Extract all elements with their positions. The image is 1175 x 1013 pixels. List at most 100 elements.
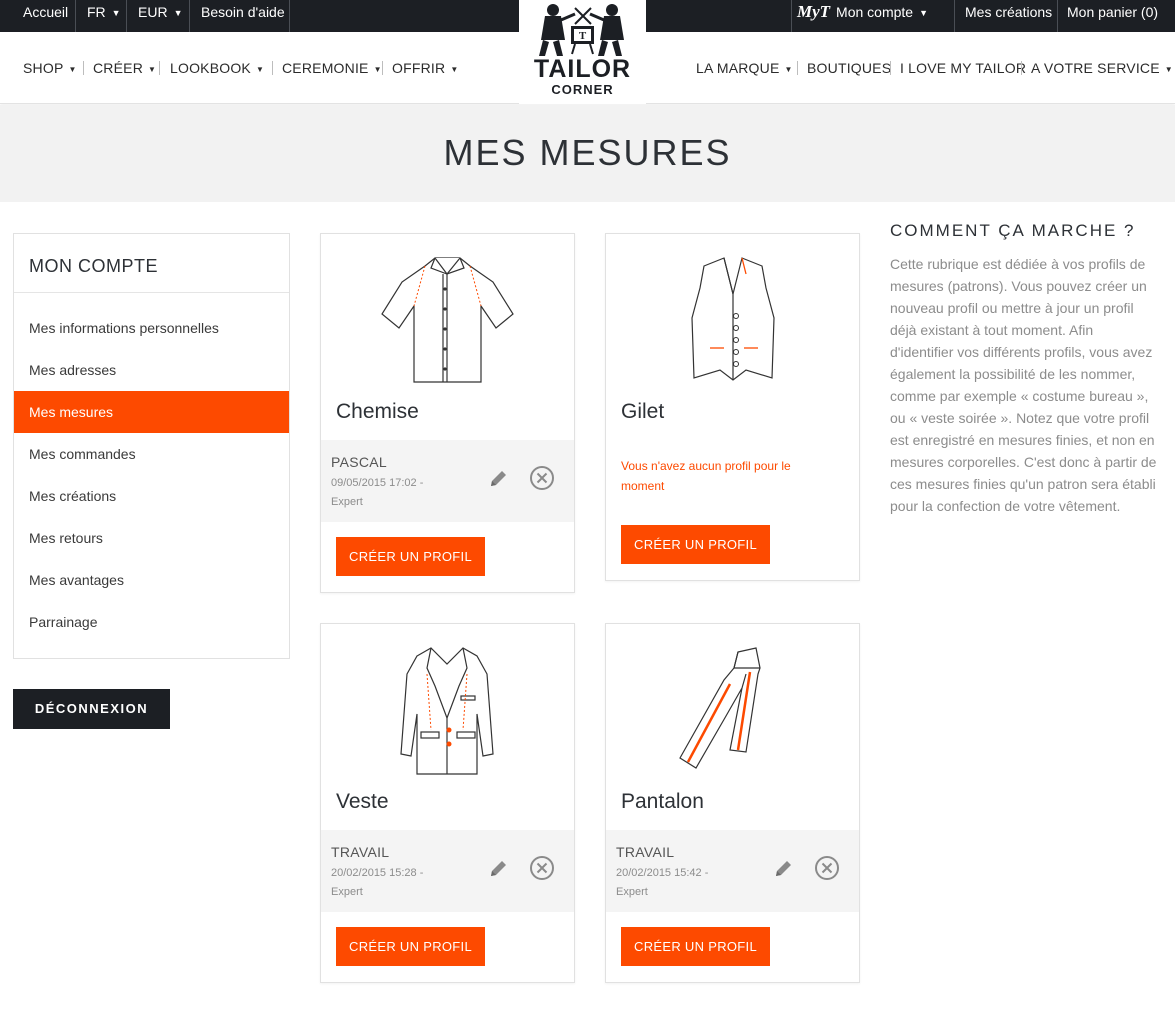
profile-meta: 09/05/2015 17:02 - Expert	[331, 474, 451, 512]
nav-item-boutiques[interactable]: BOUTIQUES	[807, 60, 891, 76]
divider	[797, 61, 798, 75]
page-header: MES MESURES	[0, 105, 1175, 202]
sidebar-item-returns[interactable]: Mes retours	[14, 517, 289, 559]
chevron-down-icon: ▼	[373, 65, 382, 74]
pencil-icon[interactable]	[487, 858, 509, 880]
nav-item-creer[interactable]: CRÉER ▼	[93, 60, 156, 76]
myt-logo: MyT	[797, 2, 831, 21]
home-link[interactable]: Accueil	[23, 0, 68, 32]
divider	[954, 0, 955, 32]
profile-level: Expert	[331, 496, 363, 508]
divider	[382, 61, 383, 75]
measurement-profile[interactable]: TRAVAIL 20/02/2015 15:42 - Expert	[606, 830, 859, 912]
profile-date: 09/05/2015 17:02 -	[331, 477, 424, 489]
profile-name: TRAVAIL	[616, 844, 675, 860]
profile-date: 20/02/2015 15:42 -	[616, 867, 709, 879]
measurement-profile[interactable]: PASCAL 09/05/2015 17:02 - Expert	[321, 440, 574, 522]
divider	[126, 0, 127, 32]
creations-link[interactable]: Mes créations	[965, 0, 1052, 32]
pencil-icon[interactable]	[772, 858, 794, 880]
language-selector[interactable]: FR ▼	[87, 0, 121, 32]
account-menu[interactable]: MyT Mon compte ▼	[797, 0, 928, 32]
currency-selector[interactable]: EUR ▼	[138, 0, 182, 32]
chevron-down-icon: ▼	[111, 8, 121, 18]
chevron-down-icon: ▼	[255, 65, 265, 74]
divider	[1057, 0, 1058, 32]
sidebar-item-addresses[interactable]: Mes adresses	[14, 349, 289, 391]
profile-name: TRAVAIL	[331, 844, 390, 860]
divider	[159, 61, 160, 75]
create-profile-button[interactable]: CRÉER UN PROFIL	[621, 525, 770, 564]
nav-label: I LOVE MY TAILOR	[900, 60, 1027, 76]
account-label: Mon compte	[836, 4, 914, 20]
chevron-down-icon: ▼	[784, 65, 793, 74]
chevron-down-icon: ▼	[919, 8, 929, 18]
delete-icon[interactable]	[529, 855, 555, 881]
nav-label: A VOTRE SERVICE	[1031, 60, 1160, 76]
nav-label: CRÉER	[93, 60, 144, 76]
divider	[189, 0, 190, 32]
svg-text:T: T	[579, 30, 587, 42]
nav-label: OFFRIR	[392, 60, 446, 76]
brand-logo[interactable]: T TAILOR CORNER	[519, 0, 646, 104]
jacket-icon	[400, 647, 494, 775]
divider	[14, 292, 289, 293]
nav-label: LA MARQUE	[696, 60, 780, 76]
nav-item-i-love-my-tailor[interactable]: I LOVE MY TAILOR	[900, 60, 1026, 76]
nav-label: CEREMONIE	[282, 60, 369, 76]
nav-item-lookbook[interactable]: LOOKBOOK ▼	[170, 60, 264, 76]
currency-label: EUR	[138, 4, 168, 20]
sidebar-item-personal-info[interactable]: Mes informations personnelles	[14, 307, 289, 349]
chevron-down-icon: ▼	[1164, 65, 1173, 74]
divider	[289, 0, 290, 32]
divider	[890, 61, 891, 75]
tailors-emblem-icon: T	[539, 4, 624, 56]
profile-meta: 20/02/2015 15:42 - Expert	[616, 864, 736, 902]
logout-button[interactable]: DÉCONNEXION	[13, 689, 170, 729]
nav-item-ceremonie[interactable]: CEREMONIE ▼	[282, 60, 382, 76]
logo-text-corner: CORNER	[551, 82, 614, 97]
garment-title: Pantalon	[621, 790, 704, 813]
garment-title: Gilet	[621, 400, 665, 423]
language-label: FR	[87, 4, 106, 20]
nav-label: BOUTIQUES	[807, 60, 892, 76]
nav-label: SHOP	[23, 60, 64, 76]
how-it-works-title: COMMENT ÇA MARCHE ?	[890, 221, 1136, 240]
sidebar-item-orders[interactable]: Mes commandes	[14, 433, 289, 475]
profile-date: 20/02/2015 15:28 -	[331, 867, 424, 879]
sidebar-item-creations[interactable]: Mes créations	[14, 475, 289, 517]
help-link[interactable]: Besoin d'aide	[201, 0, 285, 32]
delete-icon[interactable]	[529, 465, 555, 491]
create-profile-button[interactable]: CRÉER UN PROFIL	[336, 537, 485, 576]
chevron-down-icon: ▼	[450, 65, 459, 74]
page-title: MES MESURES	[443, 132, 732, 173]
chevron-down-icon: ▼	[148, 65, 157, 74]
delete-icon[interactable]	[814, 855, 840, 881]
sidebar-title: MON COMPTE	[29, 256, 158, 276]
account-sidebar: MON COMPTE Mes informations personnelles…	[13, 233, 290, 659]
divider	[75, 0, 76, 32]
profile-level: Expert	[331, 886, 363, 898]
create-profile-button[interactable]: CRÉER UN PROFIL	[621, 927, 770, 966]
nav-item-shop[interactable]: SHOP ▼	[23, 60, 77, 76]
nav-item-offrir[interactable]: OFFRIR ▼	[392, 60, 458, 76]
divider	[791, 0, 792, 32]
profile-meta: 20/02/2015 15:28 - Expert	[331, 864, 451, 902]
measurement-profile[interactable]: TRAVAIL 20/02/2015 15:28 - Expert	[321, 830, 574, 912]
garment-card-veste: Veste TRAVAIL 20/02/2015 15:28 - Expert …	[320, 623, 575, 983]
chevron-down-icon: ▼	[173, 8, 183, 18]
sidebar-item-measurements[interactable]: Mes mesures	[14, 391, 289, 433]
garment-card-pantalon: Pantalon TRAVAIL 20/02/2015 15:42 - Expe…	[605, 623, 860, 983]
nav-item-a-votre-service[interactable]: A VOTRE SERVICE ▼	[1031, 60, 1173, 76]
how-it-works-text: Cette rubrique est dédiée à vos profils …	[890, 256, 1157, 514]
sidebar-item-benefits[interactable]: Mes avantages	[14, 559, 289, 601]
pencil-icon[interactable]	[487, 468, 509, 490]
nav-label: LOOKBOOK	[170, 60, 251, 76]
cart-link[interactable]: Mon panier (0)	[1067, 0, 1158, 32]
empty-profile-message: Vous n'avez aucun profil pour le moment	[621, 459, 791, 493]
garment-title: Veste	[336, 790, 389, 813]
nav-item-la-marque[interactable]: LA MARQUE ▼	[696, 60, 793, 76]
sidebar-item-referral[interactable]: Parrainage	[14, 601, 289, 643]
chevron-down-icon: ▼	[68, 65, 77, 74]
create-profile-button[interactable]: CRÉER UN PROFIL	[336, 927, 485, 966]
